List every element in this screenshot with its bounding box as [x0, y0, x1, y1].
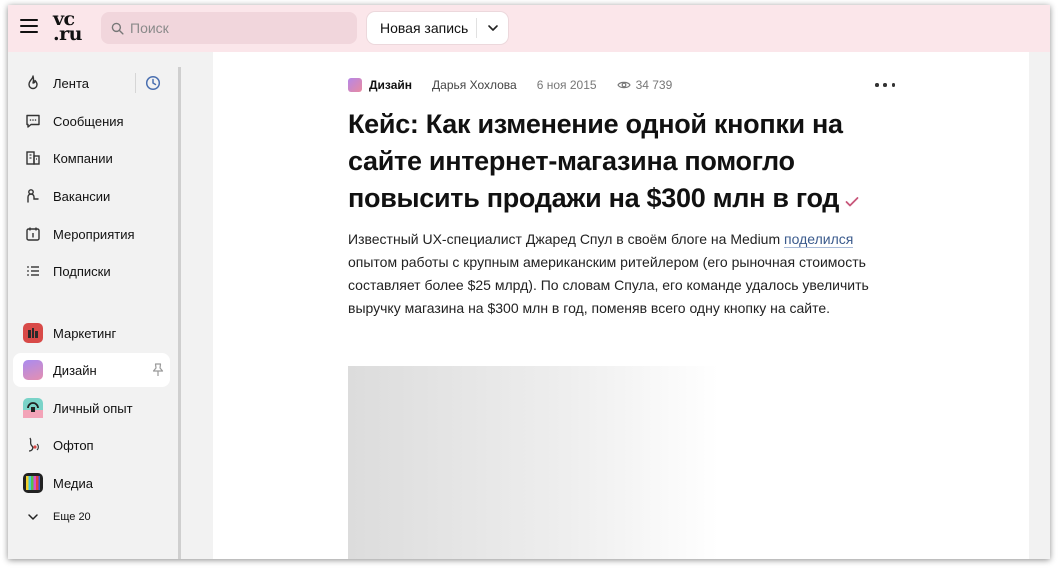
list-icon [23, 261, 43, 281]
design-icon [23, 360, 43, 380]
browser-viewport: vc .ru Новая запись Лента [8, 5, 1050, 559]
lead-shared-link[interactable]: поделился [784, 231, 854, 248]
article-title[interactable]: Кейс: Как изменение одной кнопки на сайт… [348, 106, 908, 218]
article-card: Дизайн Дарья Хохлова 6 ноя 2015 34 739 К… [213, 52, 1029, 559]
article-cover-image[interactable] [348, 366, 893, 559]
new-post-button[interactable]: Новая запись [367, 20, 476, 36]
left-sidebar: Лента Сообщения Компании Вакансии Меропр… [8, 52, 178, 559]
new-post-control: Новая запись [367, 12, 508, 44]
sidebar-scrollbar[interactable] [178, 67, 181, 559]
sidebar-item-label: Личный опыт [53, 400, 133, 416]
sidebar-item-subscriptions[interactable]: Подписки [13, 254, 170, 288]
feed-divider [135, 73, 136, 93]
sidebar-item-personal-experience[interactable]: Личный опыт [13, 391, 170, 425]
article-date: 6 ноя 2015 [536, 78, 597, 92]
search-input[interactable] [130, 20, 330, 36]
flame-icon [23, 73, 43, 93]
sidebar-item-label: Подписки [53, 263, 111, 279]
sidebar-item-label: Сообщения [53, 113, 124, 129]
article-title-text: Кейс: Как изменение одной кнопки на сайт… [348, 109, 843, 213]
sidebar-item-label: Дизайн [53, 362, 97, 378]
article-lead: Известный UX-специалист Джаред Спул в св… [348, 228, 900, 320]
pin-icon[interactable] [151, 362, 165, 378]
design-icon [348, 78, 362, 92]
article-meta: Дизайн Дарья Хохлова 6 ноя 2015 34 739 [348, 76, 672, 94]
sidebar-item-events[interactable]: Мероприятия [13, 217, 170, 251]
sidebar-show-more[interactable]: Еще 20 [13, 500, 170, 534]
sidebar-item-media[interactable]: Медиа [13, 466, 170, 500]
chevron-down-icon [23, 507, 43, 527]
search-box[interactable] [101, 12, 357, 44]
sidebar-item-label: Маркетинг [53, 325, 117, 341]
offtop-icon [23, 435, 43, 455]
personal-experience-icon [23, 398, 43, 418]
more-options-icon[interactable] [875, 80, 895, 90]
menu-icon[interactable] [20, 19, 38, 37]
top-header: vc .ru Новая запись [8, 5, 1050, 52]
sidebar-item-messages[interactable]: Сообщения [13, 104, 170, 138]
sidebar-item-marketing[interactable]: Маркетинг [13, 316, 170, 350]
sidebar-item-design[interactable]: Дизайн [13, 353, 170, 387]
sidebar-item-companies[interactable]: Компании [13, 141, 170, 175]
building-icon [23, 148, 43, 168]
article-category-link[interactable]: Дизайн [369, 78, 412, 92]
editorial-check-icon [845, 181, 859, 218]
article-views: 34 739 [616, 78, 673, 92]
sidebar-item-label: Вакансии [53, 188, 111, 204]
sidebar-item-label: Мероприятия [53, 226, 135, 242]
show-more-label: Еще 20 [53, 511, 91, 523]
article-author-link[interactable]: Дарья Хохлова [432, 78, 517, 92]
sidebar-item-label: Медиа [53, 475, 93, 491]
site-logo[interactable]: vc .ru [53, 10, 85, 46]
sidebar-item-label: Компании [53, 150, 113, 166]
sidebar-item-label: Лента [53, 75, 89, 91]
eye-icon [616, 81, 631, 89]
search-icon [111, 22, 124, 35]
views-count: 34 739 [635, 78, 673, 92]
job-icon [23, 186, 43, 206]
sidebar-item-offtop[interactable]: Офтоп [13, 428, 170, 462]
clock-icon[interactable] [144, 74, 162, 92]
sidebar-item-vacancies[interactable]: Вакансии [13, 179, 170, 213]
logo-text-bottom: .ru [53, 23, 82, 45]
media-icon [23, 473, 43, 493]
new-post-dropdown-button[interactable] [477, 12, 508, 44]
marketing-icon [23, 323, 43, 343]
lead-text-end: опытом работы с крупным американским рит… [348, 254, 869, 316]
chat-icon [23, 111, 43, 131]
sidebar-item-label: Офтоп [53, 437, 94, 453]
chevron-down-icon [487, 25, 498, 31]
lead-text-start: Известный UX-специалист Джаред Спул в св… [348, 231, 785, 247]
calendar-icon [23, 224, 43, 244]
